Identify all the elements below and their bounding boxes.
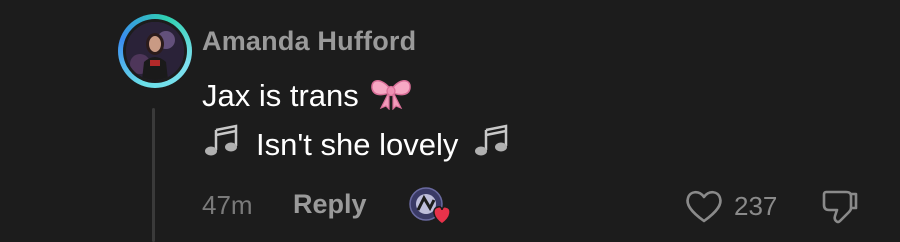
thread-line: [152, 108, 155, 242]
comment-author[interactable]: Amanda Hufford: [202, 26, 416, 57]
like-button[interactable]: 237: [684, 188, 777, 224]
bow-emoji-icon: [369, 74, 413, 118]
heart-outline-icon: [686, 190, 722, 223]
comment-text: Jax is trans: [202, 78, 359, 113]
reply-button[interactable]: Reply: [293, 189, 367, 220]
avatar-image: [126, 22, 184, 80]
comment-text-line-2: Isn't she lovely: [202, 124, 512, 166]
comment-text: Isn't she lovely: [256, 127, 459, 162]
like-count: 237: [734, 190, 778, 221]
avatar[interactable]: [118, 14, 192, 88]
heart-filled-icon: [433, 206, 451, 225]
avatar-ring-gap: [123, 19, 187, 83]
dislike-button[interactable]: [820, 186, 860, 226]
comment-text-line-1: Jax is trans: [202, 74, 413, 118]
music-notes-icon: [202, 124, 242, 166]
comment-item: Amanda Hufford Jax is trans Isn't she lo…: [0, 0, 900, 242]
thumbs-down-outline-icon: [822, 190, 858, 224]
liked-by-creator-badge: [408, 186, 456, 226]
avatar-photo-icon: [126, 22, 184, 80]
music-notes-icon: [472, 124, 512, 166]
comment-timestamp: 47m: [202, 190, 253, 220]
